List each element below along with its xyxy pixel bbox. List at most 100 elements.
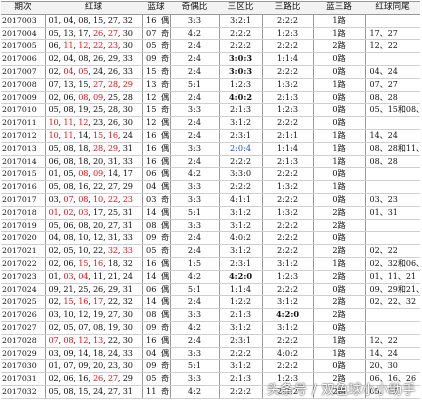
red-ball: 10: [78, 232, 89, 243]
same-tail-cell: 14、24: [365, 129, 421, 143]
three-road-cell: 2:2:2: [262, 359, 314, 374]
three-zone-value: 3:1:2: [229, 219, 252, 230]
blue-ball-cell: 14: [141, 270, 160, 284]
odd-even-ratio-cell: 3:3: [170, 308, 220, 322]
three-road-value: 4:0:2: [276, 347, 299, 358]
three-road-cell: 2:2:2: [262, 65, 314, 79]
table-row: 2017014 06, 08, 18, 20, 31, 33 16 偶 2:4 2:2:2…: [1, 155, 421, 169]
three-road-value: 1:2:3: [276, 270, 299, 281]
red-balls-cell: 02, 06, 16, 26, 27, 29: [45, 372, 142, 386]
three-road-cell: 2:2:2: [262, 283, 314, 297]
blue-ball-cell: 16: [141, 155, 160, 169]
red-ball: 06: [48, 155, 59, 166]
blue-road-cell: 2路: [313, 206, 366, 220]
three-road-value: 1:3:2: [276, 78, 299, 89]
same-tail-cell: 20、30: [365, 359, 421, 374]
three-road-cell: 2:2:2: [262, 231, 314, 246]
three-zone-cell: 2:3:1: [219, 334, 263, 348]
blue-road-cell: 1路: [313, 257, 366, 271]
odd-even-ratio-cell: 4:2: [170, 167, 220, 182]
blue-odd-even-cell: 偶: [160, 129, 171, 143]
red-ball: 26: [93, 53, 104, 64]
table-row: 2017026 03, 10, 12, 19, 27, 30 08 偶 3:3 2:1:3…: [1, 308, 421, 322]
three-zone-cell: 1:1:4: [219, 283, 263, 297]
three-zone-cell: 3:0:3: [219, 65, 263, 79]
red-ball: 27: [93, 78, 104, 89]
red-ball: 03: [48, 347, 59, 358]
red-ball: 29: [122, 373, 133, 384]
three-road-value: 1:2:3: [276, 104, 299, 115]
blue-ball-cell: 05: [141, 372, 160, 386]
three-zone-cell: 2:2:2: [219, 347, 263, 361]
three-road-value: 2:2:2: [276, 232, 299, 243]
red-ball: 08: [78, 219, 89, 230]
blue-ball-cell: 09: [141, 359, 160, 374]
red-ball: 02: [48, 373, 59, 384]
red-balls-cell: 05, 08, 16, 22, 27, 29: [45, 180, 142, 194]
red-ball: 07: [63, 193, 74, 204]
red-ball: 29: [107, 53, 118, 64]
same-tail-cell: [365, 167, 421, 182]
same-tail-cell: [365, 321, 421, 335]
three-zone-value: 2:2:2: [229, 347, 252, 358]
blue-odd-even-cell: 偶: [160, 283, 171, 297]
red-ball: 26: [93, 283, 104, 294]
three-road-value: 1:1:4: [276, 142, 299, 153]
red-ball: 14: [78, 347, 89, 358]
blue-road-cell: 0路: [313, 167, 366, 182]
same-tail-cell: [365, 308, 421, 322]
red-ball: 33: [122, 232, 133, 243]
three-zone-cell: 3:1:2: [219, 244, 263, 258]
red-ball: 13: [63, 78, 74, 89]
three-road-value: 1:1:4: [276, 53, 299, 64]
three-zone-cell: 2:2:2: [219, 385, 263, 399]
red-ball: 23: [122, 193, 133, 204]
three-road-cell: 1:1:4: [262, 52, 314, 66]
red-ball: 06: [63, 257, 74, 268]
red-ball: 33: [122, 347, 133, 358]
blue-road-cell: 0路: [313, 231, 366, 246]
lottery-table: 期次 红球 蓝球 奇偶比 三区比 三路比 蓝三路 红球同尾 2017003 01,…: [1, 1, 421, 399]
red-ball: 04: [63, 65, 74, 76]
red-ball: 02: [48, 321, 59, 332]
three-zone-value: 3:1:2: [229, 360, 252, 371]
red-ball: 16: [78, 296, 89, 307]
three-zone-value: 2:1:3: [229, 309, 252, 320]
blue-odd-even-cell: 奇: [160, 321, 171, 335]
red-ball: 04: [63, 14, 74, 25]
header-same-tail: 红球同尾: [365, 1, 421, 15]
three-road-value: 2:2:2: [276, 245, 299, 256]
table-row: 2017016 05, 08, 16, 22, 27, 29 04 偶 3:3 2:2:2…: [1, 180, 421, 194]
red-ball: 12: [78, 334, 89, 345]
three-zone-cell: 2:1:3: [219, 308, 263, 322]
blue-road-cell: 0路: [313, 321, 366, 335]
red-ball: 31: [122, 385, 133, 396]
red-ball: 30: [122, 334, 133, 345]
three-road-value: 2:2:2: [276, 219, 299, 230]
blue-ball-cell: 16: [141, 14, 160, 28]
red-ball: 06: [63, 373, 74, 384]
three-road-cell: 3:1:2: [262, 257, 314, 271]
three-road-cell: 2:2:2: [262, 219, 314, 233]
red-ball: 14: [107, 168, 118, 179]
red-ball: 07: [78, 321, 89, 332]
blue-odd-even-cell: 偶: [160, 270, 171, 284]
header-period: 期次: [1, 1, 45, 15]
three-road-cell: 2:1:3: [262, 91, 314, 105]
three-road-cell: 2:2:2: [262, 244, 314, 258]
odd-even-ratio-cell: 5:1: [170, 78, 220, 92]
table-row: 2017005 06, 11, 12, 22, 23, 30 05 奇 2:4 2:2:2…: [1, 39, 421, 54]
three-zone-value: 2:2:2: [229, 27, 252, 38]
blue-odd-even-cell: 偶: [160, 257, 171, 271]
red-balls-cell: 06, 08, 18, 20, 31, 33: [45, 155, 142, 169]
same-tail-cell: [365, 14, 421, 28]
blue-odd-even-cell: 偶: [160, 116, 171, 130]
red-ball: 02: [48, 65, 59, 76]
three-zone-cell: 3:3:0: [219, 167, 263, 182]
table-body: 2017003 01, 04, 08, 15, 27, 32 16 偶 3:3 3:2:1…: [1, 14, 421, 399]
red-ball: 15: [93, 129, 104, 140]
header-row: 期次 红球 蓝球 奇偶比 三区比 三路比 蓝三路 红球同尾: [1, 1, 421, 15]
period-cell: 2017027: [1, 321, 46, 335]
red-ball: 09: [63, 347, 74, 358]
red-ball: 27: [107, 309, 118, 320]
